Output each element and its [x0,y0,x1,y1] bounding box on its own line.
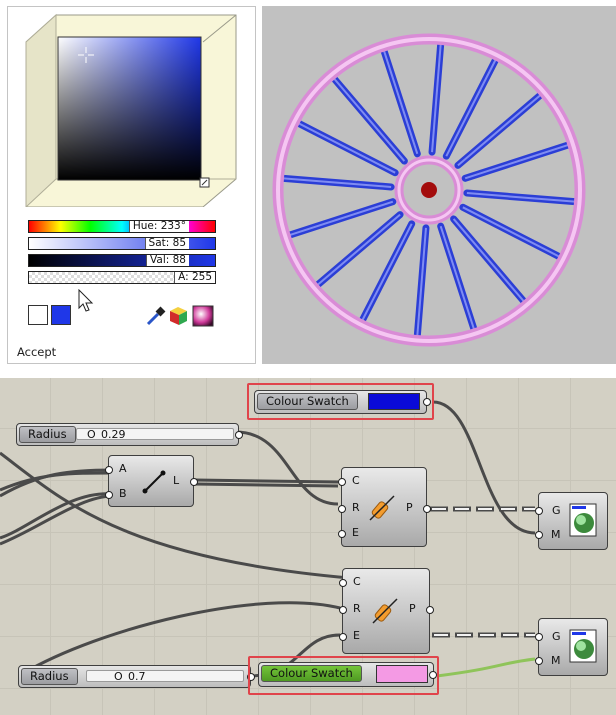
color-cube-icon[interactable] [168,305,190,327]
input-port[interactable] [535,507,543,515]
pipe-component-2[interactable]: C R E P [339,568,434,654]
pipe-input-e: E [353,629,360,642]
hue-slider[interactable]: Hue: 233° [28,220,216,233]
output-port[interactable] [190,478,198,486]
value-slider[interactable]: Val: 88 [28,254,216,267]
preview-input-m: M [551,528,561,541]
input-port[interactable] [535,657,543,665]
colour-swatch-name: Colour Swatch [261,665,362,682]
slider-knob[interactable]: O [114,670,123,683]
slider-track[interactable] [86,670,244,682]
pipe-input-e: E [352,526,359,539]
radius-slider-2[interactable]: Radius O 0.7 [18,665,255,688]
pipe-input-r: R [352,501,360,514]
preview-icon [569,503,597,537]
line-output-l: L [173,474,180,487]
input-port[interactable] [338,505,346,513]
preview-input-g: G [552,504,561,517]
color-picker-panel: Hue: 233° Sat: 85 Val: 88 A: 255 Accept [7,6,256,364]
pipe-input-r: R [353,602,361,615]
saturation-label: Sat: 85 [144,238,189,249]
preview-input-g: G [552,630,561,643]
output-port[interactable] [426,606,434,614]
saturation-slider[interactable]: Sat: 85 [28,237,216,250]
input-port[interactable] [338,530,346,538]
pipe-input-c: C [352,474,360,487]
alpha-slider[interactable]: A: 255 [28,271,216,284]
wheel-render [272,33,586,347]
preview-input-m: M [551,654,561,667]
input-port[interactable] [535,531,543,539]
preview-component-2[interactable]: G M [535,618,608,676]
wheel-axle [421,182,437,198]
output-port[interactable] [423,505,431,513]
input-port[interactable] [339,579,347,587]
input-port[interactable] [105,491,113,499]
current-color-swatch[interactable] [51,305,71,325]
hue-label: Hue: 233° [128,221,189,232]
pipe-output-p: P [406,501,413,514]
radius-name: Radius [21,668,78,685]
output-port[interactable] [423,398,431,406]
colour-swatch-color[interactable] [368,393,420,410]
line-input-b: B [119,487,127,500]
grasshopper-canvas[interactable]: Colour Swatch Radius O 0.29 A B L C R E … [0,378,616,715]
color-wheel-icon[interactable] [192,305,214,327]
colour-swatch-name: Colour Swatch [257,393,358,410]
pipe-output-p: P [409,602,416,615]
pipe-input-c: C [353,575,361,588]
preview-component-1[interactable]: G M [535,492,608,550]
eyedropper-icon[interactable] [145,305,167,327]
render-viewport [262,6,616,364]
line-component[interactable]: A B L [105,455,198,507]
color-cube[interactable] [8,7,255,207]
line-icon [142,470,166,494]
colour-swatch-pink[interactable]: Colour Swatch [258,662,437,687]
output-port[interactable] [429,671,437,679]
input-port[interactable] [339,606,347,614]
preview-icon [569,629,597,663]
radius-name: Radius [19,426,76,443]
radius-slider-1[interactable]: Radius O 0.29 [16,423,243,446]
pipe-component-1[interactable]: C R E P [338,467,431,547]
pipe-icon [369,495,395,521]
output-port[interactable] [235,431,243,439]
radius-value: 0.7 [128,670,146,683]
slider-track[interactable] [76,428,234,440]
input-port[interactable] [105,466,113,474]
radius-value: 0.29 [101,428,126,441]
slider-knob[interactable]: O [87,428,96,441]
value-label: Val: 88 [146,255,189,266]
accept-button[interactable]: Accept [17,345,56,359]
alpha-label: A: 255 [174,272,215,283]
pipe-icon [372,598,398,624]
colour-swatch-blue[interactable]: Colour Swatch [254,390,431,414]
cursor-icon [78,289,94,312]
input-port[interactable] [338,478,346,486]
input-port[interactable] [535,633,543,641]
input-port[interactable] [339,633,347,641]
colour-swatch-color[interactable] [376,665,428,683]
previous-color-swatch[interactable] [28,305,48,325]
line-input-a: A [119,462,127,475]
